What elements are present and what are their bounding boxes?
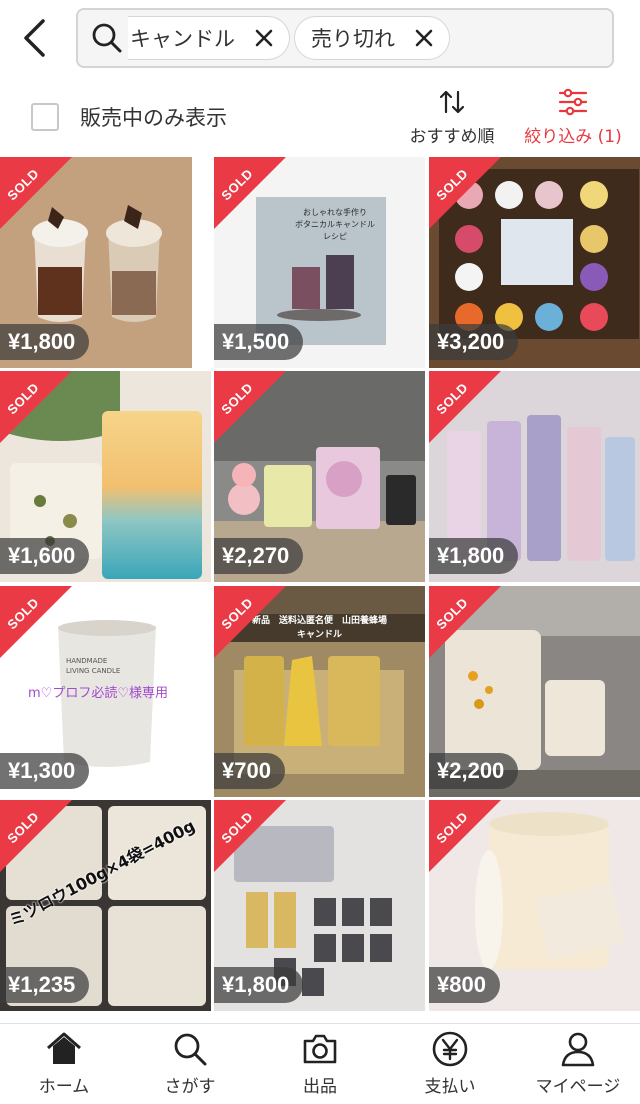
close-icon[interactable]: [253, 27, 275, 49]
product-tile[interactable]: SOLD ¥1,800: [0, 157, 211, 368]
tab-label: マイページ: [535, 1077, 621, 1097]
price-tag: ¥1,235: [0, 967, 90, 1003]
only-on-sale-label[interactable]: 販売中のみ表示: [80, 102, 227, 132]
camera-icon: [303, 1034, 337, 1064]
product-tile[interactable]: SOLD ¥1,600: [0, 371, 211, 582]
tab-mypage[interactable]: マイページ: [514, 1030, 640, 1102]
sold-ribbon: SOLD: [429, 157, 501, 229]
price-tag: ¥1,600: [0, 538, 90, 574]
candle-brand-text: HANDMADE LIVING CANDLE: [66, 657, 121, 675]
sold-ribbon: SOLD: [0, 586, 72, 658]
sold-ribbon: SOLD: [0, 371, 72, 443]
product-tile[interactable]: 新品 送料込匿名便 山田養蜂場 キャンドル SOLD ¥700: [214, 586, 425, 797]
price-tag: ¥800: [429, 967, 500, 1003]
chip-label: キャンドル: [130, 27, 235, 51]
sliders-icon: [558, 88, 588, 116]
product-tile[interactable]: HANDMADE LIVING CANDLE m♡プロフ必読♡様専用 SOLD …: [0, 586, 211, 797]
bottom-tab-bar: ホーム さがす 出品 支払い マイページ: [0, 1023, 640, 1104]
price-tag: ¥3,200: [429, 324, 519, 360]
tab-label: 出品: [303, 1077, 337, 1097]
product-tile[interactable]: おしゃれな手作り ボタニカルキャンドル レシピ SOLD ¥1,500: [214, 157, 425, 368]
price-tag: ¥2,200: [429, 753, 519, 789]
filter-label: 絞り込み (1): [524, 127, 622, 147]
sold-ribbon: SOLD: [214, 157, 286, 229]
tab-label: ホーム: [38, 1077, 90, 1097]
product-grid: SOLD ¥1,800 おしゃれな手作り ボタニカルキャンドル レシピ SOLD…: [0, 157, 640, 1023]
back-button[interactable]: [14, 16, 54, 60]
sold-ribbon: SOLD: [429, 371, 501, 443]
sold-ribbon: SOLD: [214, 371, 286, 443]
search-input[interactable]: キャンドル 売り切れ: [76, 8, 614, 68]
product-tile[interactable]: SOLD ¥2,200: [429, 586, 640, 797]
sort-label: おすすめ順: [409, 127, 495, 147]
tab-sell[interactable]: 出品: [256, 1030, 384, 1102]
yen-icon: [432, 1031, 468, 1067]
filter-bar: 販売中のみ表示 おすすめ順 絞り込み (1): [0, 82, 640, 154]
reserved-overlay-text: m♡プロフ必読♡様専用: [28, 686, 168, 701]
sort-button[interactable]: おすすめ順: [404, 88, 500, 148]
tab-home[interactable]: ホーム: [0, 1030, 128, 1102]
product-tile[interactable]: ミツロウ100g×4袋=400g SOLD ¥1,235: [0, 800, 211, 1011]
filter-button[interactable]: 絞り込み (1): [518, 88, 628, 148]
sold-ribbon: SOLD: [429, 800, 501, 872]
person-icon: [561, 1032, 595, 1067]
price-tag: ¥1,800: [0, 324, 90, 360]
tab-search[interactable]: さがす: [126, 1030, 254, 1102]
price-tag: ¥1,800: [429, 538, 519, 574]
product-tile[interactable]: SOLD ¥1,800: [429, 371, 640, 582]
search-chip-sold-out[interactable]: 売り切れ: [294, 16, 450, 60]
sold-ribbon: SOLD: [429, 586, 501, 658]
price-tag: ¥1,300: [0, 753, 90, 789]
sold-ribbon: SOLD: [0, 800, 72, 872]
tab-payment[interactable]: 支払い: [386, 1030, 514, 1102]
product-tile[interactable]: SOLD ¥800: [429, 800, 640, 1011]
price-tag: ¥1,500: [214, 324, 304, 360]
product-tile[interactable]: SOLD ¥3,200: [429, 157, 640, 368]
book-cover-text: おしゃれな手作り ボタニカルキャンドル レシピ: [295, 208, 375, 241]
sort-arrows-icon: [439, 90, 465, 114]
only-on-sale-checkbox[interactable]: [31, 103, 59, 131]
header: キャンドル 売り切れ: [0, 0, 640, 80]
price-tag: ¥2,270: [214, 538, 304, 574]
product-tile[interactable]: SOLD ¥2,270: [214, 371, 425, 582]
sold-ribbon: SOLD: [214, 586, 286, 658]
close-icon[interactable]: [413, 27, 435, 49]
search-chip-candle[interactable]: キャンドル: [128, 16, 290, 60]
sold-ribbon: SOLD: [214, 800, 286, 872]
chip-label: 売り切れ: [311, 27, 395, 51]
search-icon: [174, 1033, 207, 1066]
sold-ribbon: SOLD: [0, 157, 72, 229]
product-tile[interactable]: SOLD ¥1,800: [214, 800, 425, 1011]
price-tag: ¥700: [214, 753, 285, 789]
tab-label: さがす: [164, 1077, 216, 1097]
tab-label: 支払い: [424, 1077, 476, 1097]
price-tag: ¥1,800: [214, 967, 304, 1003]
home-icon: [47, 1032, 81, 1064]
chevron-left-icon: [24, 19, 45, 57]
search-icon: [92, 23, 122, 53]
